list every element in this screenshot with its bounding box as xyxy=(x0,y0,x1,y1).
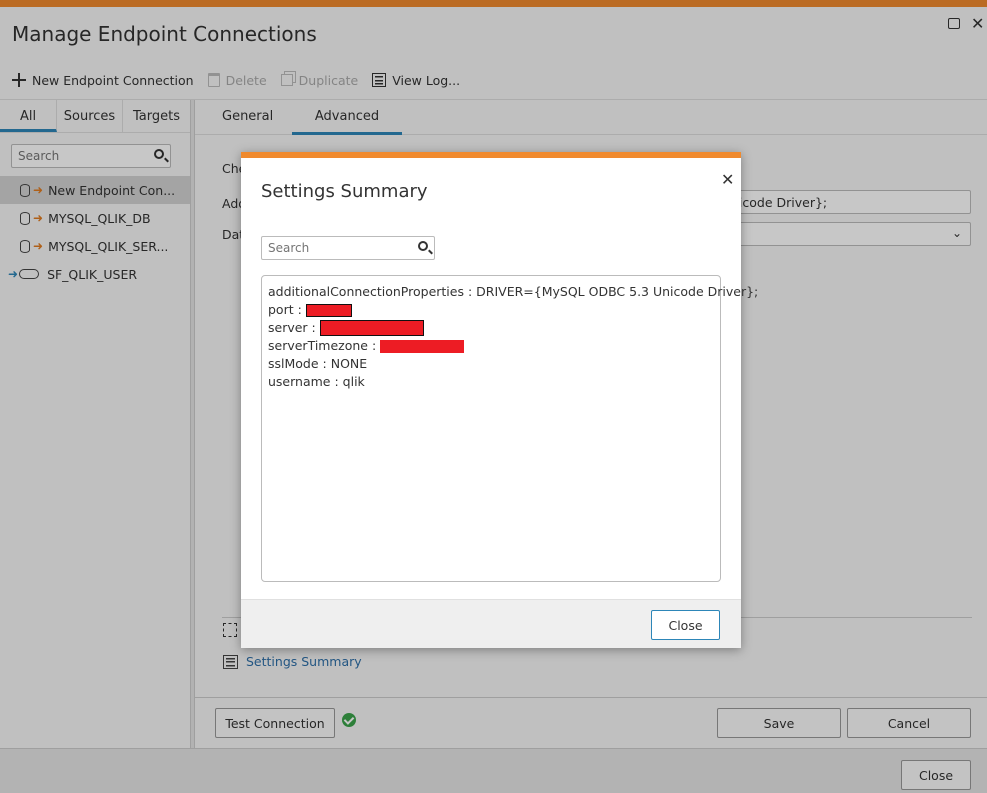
summary-key: server xyxy=(268,320,308,335)
summary-value: NONE xyxy=(330,356,368,371)
redaction-mark xyxy=(305,303,352,317)
summary-row: port : xyxy=(268,301,714,319)
summary-row: serverTimezone : xyxy=(268,337,714,355)
redaction-mark xyxy=(319,320,424,336)
summary-value: qlik xyxy=(342,374,365,389)
summary-key: serverTimezone xyxy=(268,338,368,353)
summary-row: additionalConnectionProperties : DRIVER=… xyxy=(268,284,759,299)
summary-row: sslMode : NONE xyxy=(268,356,368,371)
summary-key: additionalConnectionProperties xyxy=(268,284,464,299)
redaction-mark xyxy=(380,339,465,353)
dialog-close-button[interactable]: Close xyxy=(651,610,720,640)
summary-row: username : qlik xyxy=(268,374,365,389)
search-icon[interactable] xyxy=(418,241,428,251)
settings-summary-dialog: Settings Summary ✕ additionalConnectionP… xyxy=(241,152,759,648)
dialog-title: Settings Summary xyxy=(261,181,428,202)
summary-value: DRIVER={MySQL ODBC 5.3 Unicode Driver}; xyxy=(476,284,759,299)
summary-search-input[interactable] xyxy=(262,237,407,259)
summary-key: sslMode xyxy=(268,356,319,371)
summary-row: server : xyxy=(268,319,714,337)
summary-search xyxy=(261,236,435,260)
summary-key: username xyxy=(268,374,331,389)
summary-key: port xyxy=(268,302,294,317)
close-icon[interactable]: ✕ xyxy=(721,170,734,189)
dialog-footer: Close xyxy=(241,599,741,648)
summary-content: additionalConnectionProperties : DRIVER=… xyxy=(261,275,759,582)
